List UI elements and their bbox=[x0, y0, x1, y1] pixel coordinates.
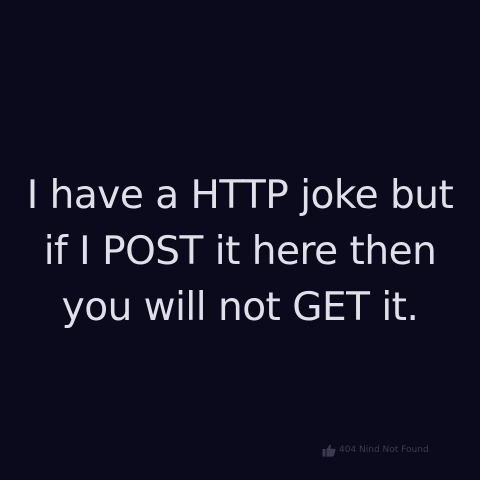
joke-line-3: you will not GET it. bbox=[61, 285, 419, 330]
thumbs-up-icon bbox=[322, 444, 336, 457]
watermark: 404 Nind Not Found bbox=[322, 440, 429, 460]
joke-line-2: if I POST it here then bbox=[43, 229, 437, 274]
joke-text: I have a HTTP joke but if I POST it here… bbox=[0, 168, 480, 336]
joke-line-1: I have a HTTP joke but bbox=[26, 173, 454, 218]
watermark-text: 404 Nind Not Found bbox=[339, 445, 429, 455]
